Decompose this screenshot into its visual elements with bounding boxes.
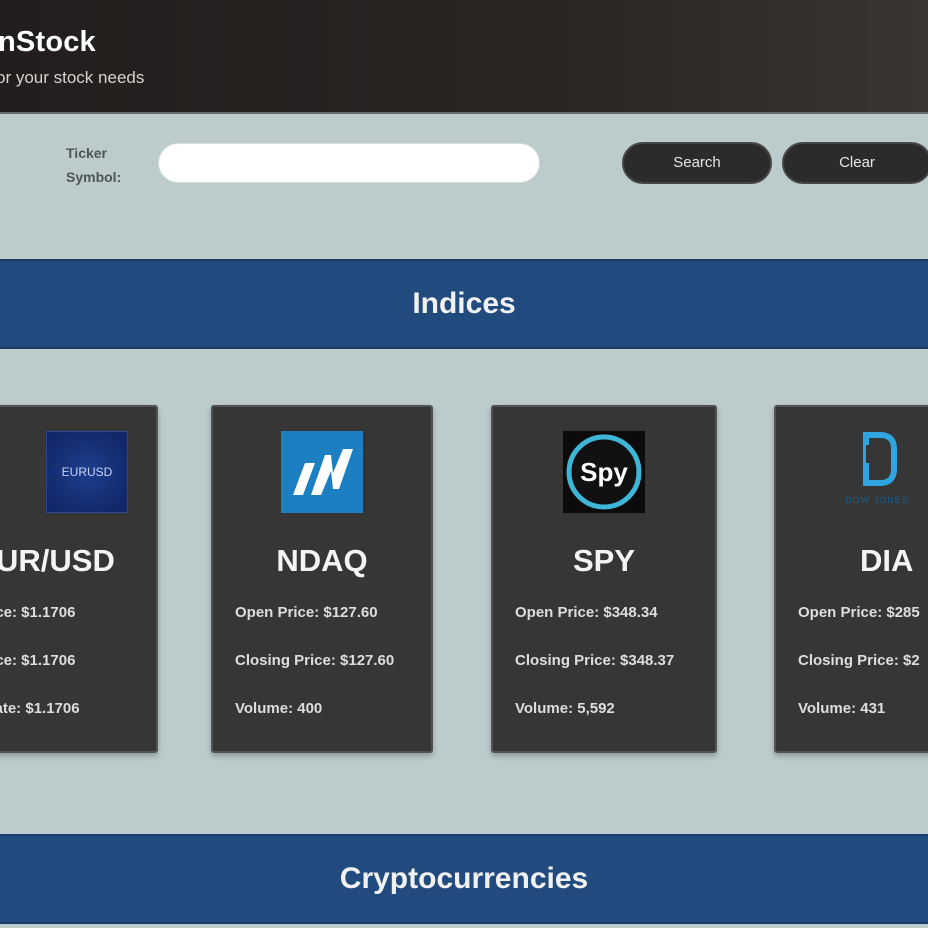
closing-price: Closing Price: $127.60 xyxy=(235,652,395,669)
card-spy[interactable]: Spy SPY Open Price: $348.34 Closing Pric… xyxy=(491,405,717,753)
card-symbol: UR/USD xyxy=(0,543,115,578)
spy-logo: Spy xyxy=(563,431,645,513)
app-tagline: or your stock needs xyxy=(0,68,145,87)
app-header: nStock or your stock needs xyxy=(0,0,928,114)
eurusd-logo: EURUSD xyxy=(46,431,128,513)
ndaq-logo xyxy=(281,431,363,513)
app-title: nStock xyxy=(0,26,96,58)
card-symbol: SPY xyxy=(572,543,636,578)
eurusd-logo-image: EURUSD xyxy=(46,431,128,513)
card-symbol: NDAQ xyxy=(276,543,368,578)
indices-section-header: Indices xyxy=(0,259,928,349)
exchange-rate: ge Rate: $1.1706 xyxy=(0,700,80,717)
card-dia[interactable]: DOW JONES DIA Open Price: $285 Closing P… xyxy=(774,405,928,753)
open-price: Open Price: $285 xyxy=(798,604,920,621)
nasdaq-logo-icon xyxy=(281,431,363,513)
spy-logo-icon: Spy xyxy=(563,431,645,513)
card-ndaq[interactable]: NDAQ Open Price: $127.60 Closing Price: … xyxy=(211,405,433,753)
dow-jones-logo-icon: DOW JONES xyxy=(845,432,909,505)
closing-price: g Price: $1.1706 xyxy=(0,652,76,669)
spy-logo-text: Spy xyxy=(580,457,628,487)
dow-jones-logo-text: DOW JONES xyxy=(845,495,909,505)
volume: Volume: 400 xyxy=(235,700,323,717)
opening-price: g Price: $1.1706 xyxy=(0,604,76,621)
eurusd-logo-text: EURUSD xyxy=(61,465,113,479)
open-price: Open Price: $127.60 xyxy=(235,604,378,621)
ticker-symbol-input[interactable] xyxy=(158,143,540,183)
search-button[interactable]: Search xyxy=(622,142,772,184)
clear-button[interactable]: Clear xyxy=(782,142,928,184)
open-price: Open Price: $348.34 xyxy=(515,604,658,621)
dia-logo: DOW JONES xyxy=(822,431,928,513)
closing-price: Closing Price: $348.37 xyxy=(515,652,675,669)
card-symbol: DIA xyxy=(860,543,914,578)
closing-price: Closing Price: $2 xyxy=(798,652,920,669)
crypto-section-header: Cryptocurrencies xyxy=(0,834,928,924)
indices-section-title: Indices xyxy=(412,287,516,320)
ticker-symbol-label: Ticker Symbol: xyxy=(66,145,122,185)
card-eurusd[interactable]: EURUSD UR/USD g Price: $1.1706 g Price: … xyxy=(0,405,158,753)
volume: Volume: 431 xyxy=(798,700,886,717)
volume: Volume: 5,592 xyxy=(515,700,615,717)
crypto-section-title: Cryptocurrencies xyxy=(339,862,589,895)
